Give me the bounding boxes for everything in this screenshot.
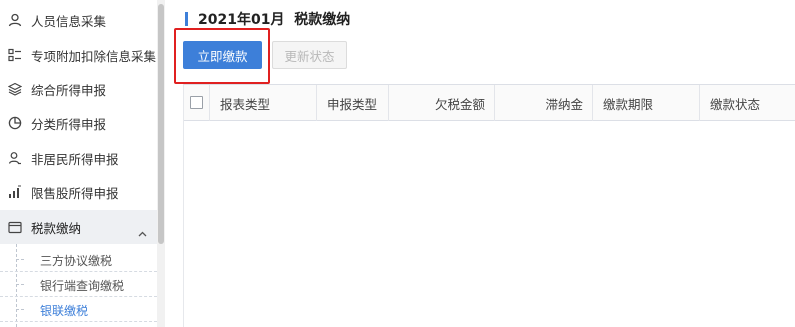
bar-chart-icon [7,184,23,200]
pie-chart-icon [7,115,23,131]
header-tax-arrears[interactable]: 欠税金额 [389,85,495,121]
sidebar-item-label: 专项附加扣除信息采集 [31,48,157,64]
payment-table: 报表类型 申报类型 欠税金额 滞纳金 缴款期限 缴款状态 [183,84,795,327]
sidebar-item-personnel-info[interactable]: 人员信息采集 [0,3,157,37]
table-header-row: 报表类型 申报类型 欠税金额 滞纳金 缴款期限 缴款状态 [184,85,795,121]
title-accent-bar [185,12,188,26]
header-payment-deadline[interactable]: 缴款期限 [593,85,700,121]
submenu-item-tripartite-agreement[interactable]: 三方协议缴税 [0,247,157,272]
sidebar-item-label: 综合所得申报 [31,82,107,98]
sidebar-item-label: 人员信息采集 [31,13,107,29]
submenu-item-label: 三方协议缴税 [40,254,113,268]
tree-branch-line [16,284,24,285]
sidebar-item-label: 税款缴纳 [31,220,82,236]
submenu-item-bank-query[interactable]: 银行端查询缴税 [0,272,157,297]
submenu-item-unionpay[interactable]: 银联缴税 [0,297,157,322]
sidebar-item-label: 分类所得申报 [31,116,107,132]
sidebar-item-label: 限售股所得申报 [31,185,119,201]
select-all-cell [184,85,210,121]
layers-icon [7,81,23,97]
header-report-type[interactable]: 报表类型 [210,85,317,121]
sidebar-item-special-deduction[interactable]: 专项附加扣除信息采集 [0,38,157,72]
pay-now-button[interactable]: 立即缴款 [183,41,262,69]
scrollbar-thumb[interactable] [158,4,164,244]
submenu-item-label: 银联缴税 [40,304,89,318]
folder-icon [7,219,23,235]
page-title: 2021年01月 税款缴纳 [198,12,351,28]
tax-payment-submenu: 三方协议缴税 银行端查询缴税 银联缴税 [0,244,157,327]
sidebar: 人员信息采集 专项附加扣除信息采集 综合所得申报 分类所得申报 非居民所得申报 … [0,0,157,327]
select-all-checkbox[interactable] [190,96,203,109]
submenu-item-label: 银行端查询缴税 [40,279,125,293]
header-payment-status[interactable]: 缴款状态 [700,85,795,121]
sidebar-scrollbar[interactable] [157,0,165,327]
list-icon [7,47,23,63]
tree-branch-line [16,259,24,260]
sidebar-item-nonresident-income[interactable]: 非居民所得申报 [0,141,157,175]
sidebar-item-tax-payment[interactable]: 税款缴纳 [0,210,157,244]
header-declaration-type[interactable]: 申报类型 [317,85,389,121]
header-late-fee[interactable]: 滞纳金 [495,85,593,121]
person-icon [7,12,23,28]
refresh-status-button[interactable]: 更新状态 [272,41,347,69]
sidebar-item-classified-income[interactable]: 分类所得申报 [0,106,157,140]
sidebar-item-restricted-shares[interactable]: 限售股所得申报 [0,175,157,209]
tree-branch-line [16,309,24,310]
sidebar-item-comprehensive-income[interactable]: 综合所得申报 [0,72,157,106]
sidebar-item-label: 非居民所得申报 [31,151,119,167]
person-outline-icon [7,150,23,166]
chevron-up-icon[interactable] [138,222,147,241]
